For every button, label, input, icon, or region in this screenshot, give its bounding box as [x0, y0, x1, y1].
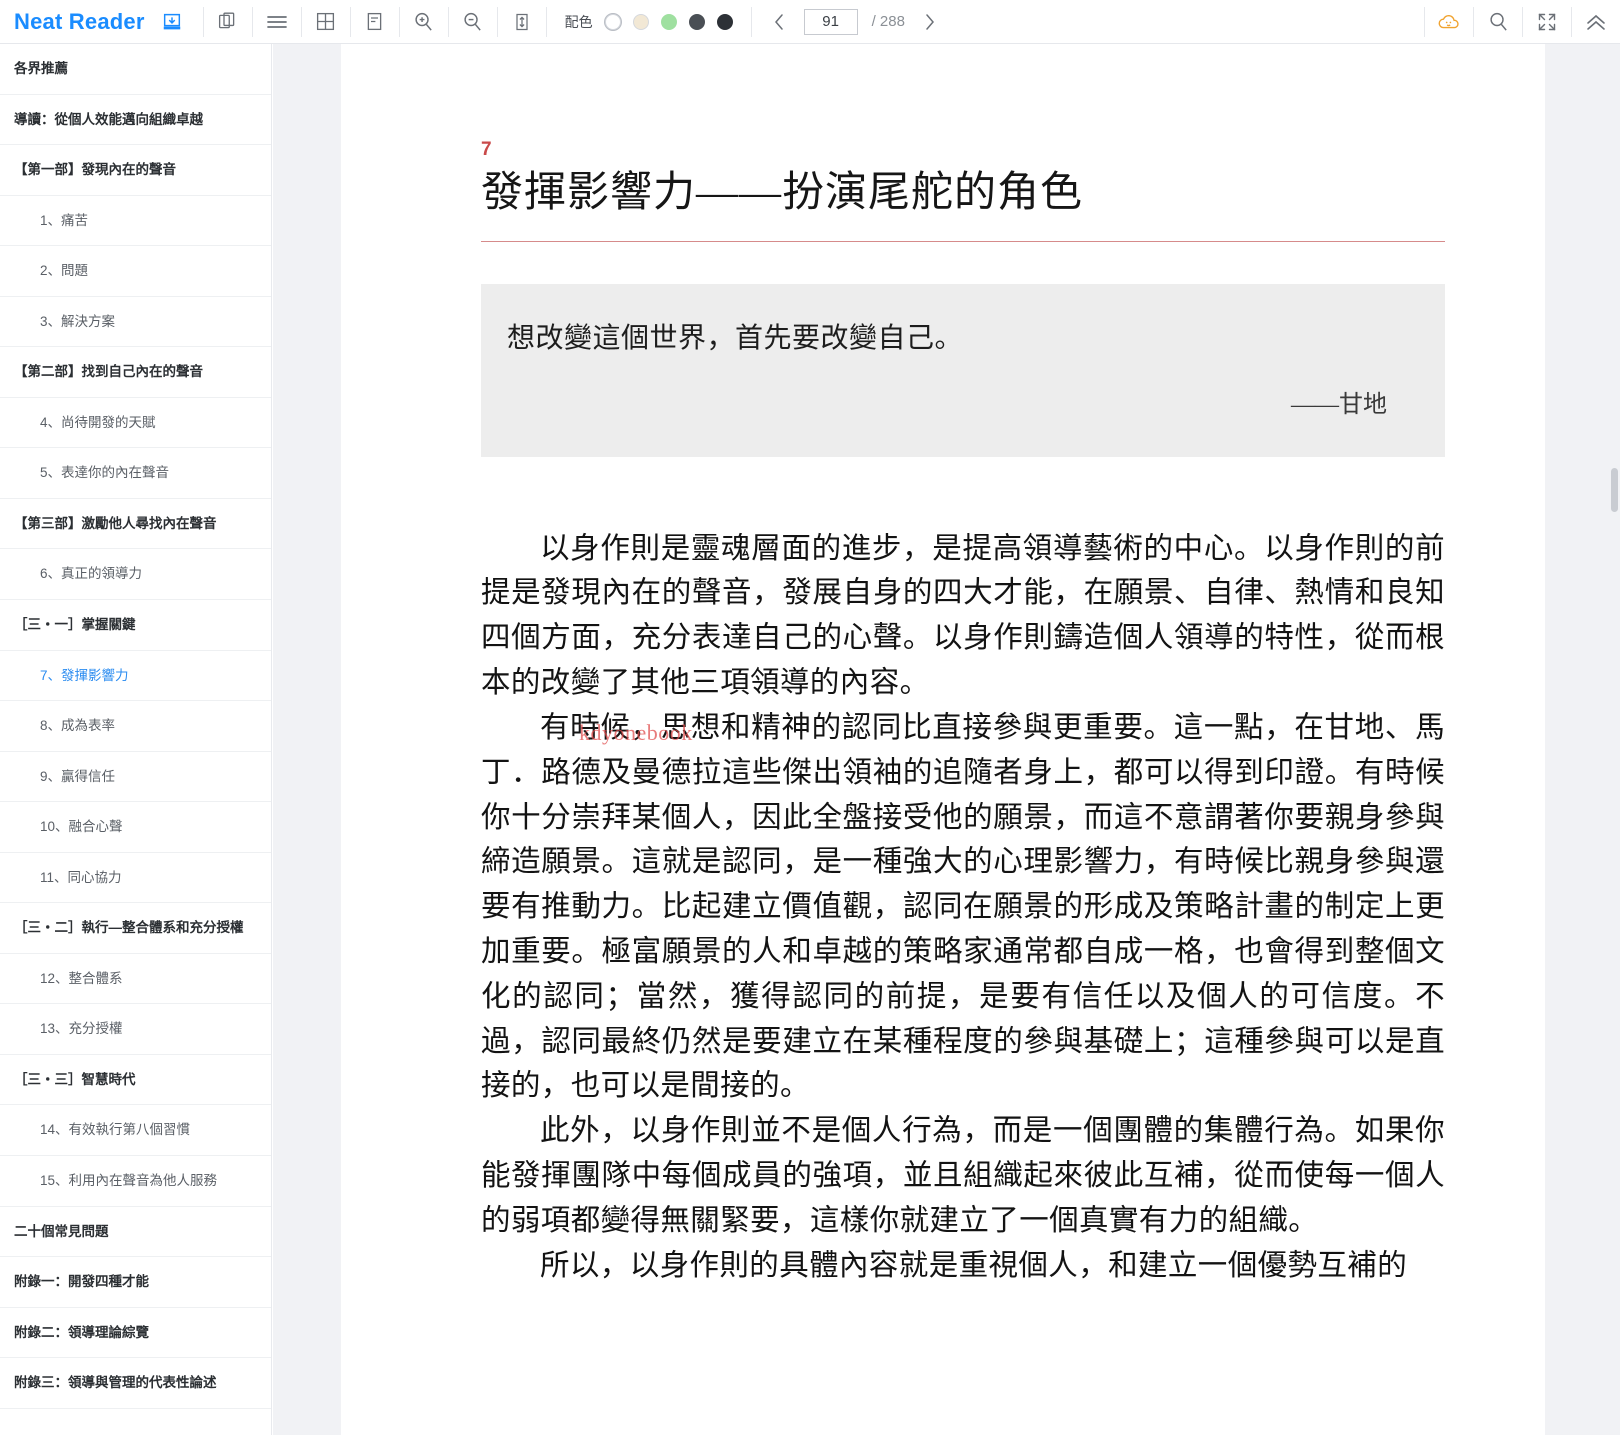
toc-item-2[interactable]: 【第一部】發現內在的聲音	[0, 145, 271, 196]
toc-item-6[interactable]: 【第二部】找到自己內在的聲音	[0, 347, 271, 398]
toc-item-12[interactable]: 7、發揮影響力	[0, 651, 271, 702]
toc-item-8[interactable]: 5、表達你的內在聲音	[0, 448, 271, 499]
swatch-white[interactable]	[604, 13, 621, 30]
toc-item-0[interactable]: 各界推薦	[0, 44, 271, 95]
chapter-number: 7	[481, 139, 492, 160]
toc-item-9[interactable]: 【第三部】激勵他人尋找內在聲音	[0, 499, 271, 550]
chapter-title: 發揮影響力——扮演尾舵的角色	[481, 169, 1445, 242]
toc-sidebar[interactable]: 各界推薦 導讀：從個人效能邁向組織卓越 【第一部】發現內在的聲音 1、痛苦 2、問題 3、…	[0, 44, 272, 1435]
toc-item-5[interactable]: 3、解決方案	[0, 297, 271, 348]
prev-page-icon[interactable]	[768, 7, 790, 37]
swatch-gray[interactable]	[688, 13, 705, 30]
toc-item-10[interactable]: 6、真正的領導力	[0, 549, 271, 601]
notes-icon[interactable]	[351, 0, 399, 44]
toc-item-21[interactable]: 14、有效執行第八個習慣	[0, 1105, 271, 1157]
swatch-green[interactable]	[660, 13, 677, 30]
toc-item-26[interactable]: 附錄三：領導與管理的代表性論述	[0, 1358, 271, 1409]
app-title: Neat Reader	[14, 8, 145, 34]
toc-item-22[interactable]: 15、利用內在聲音為他人服務	[0, 1156, 271, 1207]
zoom-out-icon[interactable]	[449, 0, 497, 44]
color-scheme-label: 配色	[564, 13, 593, 30]
next-page-icon[interactable]	[919, 7, 941, 37]
paragraph-3: 所以，以身作則的具體內容就是重視個人，和建立一個優勢互補的	[540, 1249, 1408, 1282]
search-icon[interactable]	[1474, 0, 1522, 44]
book-page: 7 發揮影響力——扮演尾舵的角色 想改變這個世界，首先要改變自己。 ——甘地 以…	[341, 44, 1545, 1435]
fullscreen-icon[interactable]	[1523, 0, 1571, 44]
toc-item-15[interactable]: 10、融合心聲	[0, 802, 271, 853]
grid-layout-icon[interactable]	[302, 0, 350, 44]
line-height-icon[interactable]	[498, 0, 546, 44]
epigraph-text: 想改變這個世界，首先要改變自己。	[507, 322, 964, 354]
paragraph-1: 有時候，思想和精神的認同比直接參與更重要。這一點，在甘地、馬丁．路德及曼德拉這些…	[481, 711, 1445, 1103]
toc-item-11[interactable]: ［三‧一］掌握關鍵	[0, 600, 271, 651]
zoom-in-icon[interactable]	[400, 0, 448, 44]
toc-item-3[interactable]: 1、痛苦	[0, 196, 271, 247]
toc-item-18[interactable]: 12、整合體系	[0, 954, 271, 1005]
save-to-library-icon[interactable]	[155, 0, 189, 44]
vertical-scrollbar-thumb[interactable]	[1611, 468, 1618, 512]
page-content: 7 發揮影響力——扮演尾舵的角色 想改變這個世界，首先要改變自己。 ——甘地 以…	[341, 44, 1545, 1289]
toc-item-4[interactable]: 2、問題	[0, 246, 271, 297]
toc-item-1[interactable]: 導讀：從個人效能邁向組織卓越	[0, 95, 271, 146]
body-text: 以身作則是靈魂層面的進步，是提高領導藝術的中心。以身作則的前提是發現內在的聲音，…	[481, 527, 1445, 1289]
cloud-sync-icon[interactable]	[1425, 0, 1473, 44]
page-number-input[interactable]	[803, 8, 858, 35]
color-scheme-picker[interactable]: 配色	[547, 0, 751, 44]
top-toolbar: Neat Reader 配色 91 / 288	[0, 0, 1620, 44]
toc-item-13[interactable]: 8、成為表率	[0, 701, 271, 752]
toc-item-25[interactable]: 附錄二：領導理論綜覽	[0, 1308, 271, 1359]
toc-item-24[interactable]: 附錄一：開發四種才能	[0, 1257, 271, 1308]
brand-area: Neat Reader	[0, 0, 203, 44]
collapse-toolbar-icon[interactable]	[1572, 0, 1620, 44]
toc-list-icon[interactable]	[253, 0, 301, 44]
page-navigation: / 288	[752, 0, 957, 44]
vertical-scrollbar-track[interactable]	[1609, 88, 1620, 1435]
copy-icon[interactable]	[204, 0, 252, 44]
swatch-sepia[interactable]	[632, 13, 649, 30]
toc-item-7[interactable]: 4、尚待開發的天賦	[0, 398, 271, 449]
toc-item-19[interactable]: 13、充分授權	[0, 1004, 271, 1055]
paragraph-2: 此外，以身作則並不是個人行為，而是一個團體的集體行為。如果你能發揮團隊中每個成員…	[481, 1115, 1445, 1237]
toc-item-17[interactable]: ［三‧二］執行—整合體系和充分授權	[0, 903, 271, 954]
paragraph-0: 以身作則是靈魂層面的進步，是提高領導藝術的中心。以身作則的前提是發現內在的聲音，…	[481, 532, 1445, 700]
reader-pane: 7 發揮影響力——扮演尾舵的角色 想改變這個世界，首先要改變自己。 ——甘地 以…	[273, 44, 1620, 1435]
page-total-label: / 288	[871, 13, 905, 30]
epigraph-block: 想改變這個世界，首先要改變自己。 ——甘地	[481, 283, 1445, 457]
toc-item-20[interactable]: ［三‧三］智慧時代	[0, 1055, 271, 1106]
toc-item-23[interactable]: 二十個常見問題	[0, 1207, 271, 1258]
swatch-black[interactable]	[716, 13, 733, 30]
toc-item-14[interactable]: 9、贏得信任	[0, 752, 271, 803]
toc-item-16[interactable]: 11、同心協力	[0, 853, 271, 904]
epigraph-attribution: ——甘地	[1291, 391, 1387, 418]
toc-list: 各界推薦 導讀：從個人效能邁向組織卓越 【第一部】發現內在的聲音 1、痛苦 2、問題 3、…	[0, 44, 271, 1409]
